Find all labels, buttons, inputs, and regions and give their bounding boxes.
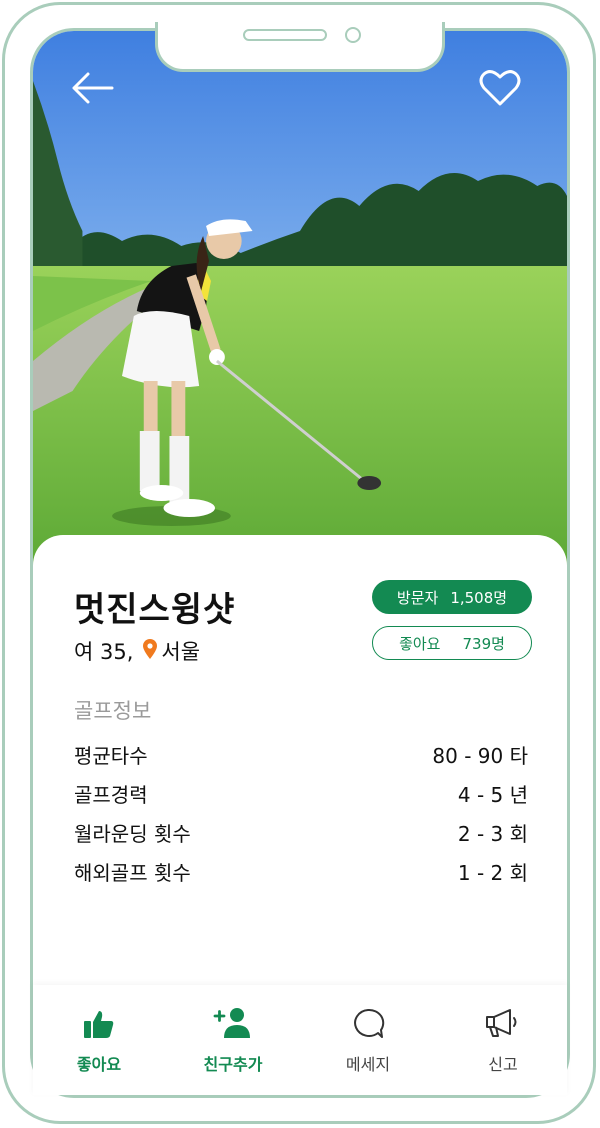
speaker-slot: [243, 29, 327, 41]
info-label: 골프경력: [74, 783, 148, 807]
info-value: 2 - 3 회: [457, 822, 528, 846]
golf-info-title: 골프정보: [74, 699, 152, 723]
message-tab[interactable]: 메세지: [308, 985, 428, 1085]
visitor-count-badge: 방문자 1,508명: [372, 580, 532, 614]
favorite-button[interactable]: [478, 68, 522, 108]
report-tab[interactable]: 신고: [443, 985, 563, 1085]
map-pin-icon: [143, 638, 158, 664]
profile-name: 멋진스윙샷: [74, 590, 236, 630]
info-value: 80 - 90 타: [432, 744, 528, 768]
like-tab[interactable]: 좋아요: [39, 985, 159, 1085]
info-label: 월라운딩 횟수: [74, 822, 191, 846]
thumbs-up-icon: [83, 999, 115, 1039]
like-tab-label: 좋아요: [76, 1055, 122, 1074]
profile-meta: 여 35, 서울: [74, 636, 200, 666]
info-value: 1 - 2 회: [457, 861, 528, 885]
report-tab-label: 신고: [488, 1055, 518, 1074]
likes-count-badge: 좋아요 739명: [372, 626, 532, 660]
bottom-tab-bar: 좋아요 친구추가 메세지 신고: [33, 985, 567, 1095]
heart-icon: [479, 70, 521, 106]
front-camera: [345, 27, 361, 43]
add-friend-tab[interactable]: 친구추가: [173, 985, 293, 1085]
message-tab-label: 메세지: [345, 1055, 391, 1074]
info-row: 해외골프 횟수 1 - 2 회: [74, 857, 528, 886]
info-value: 4 - 5 년: [457, 783, 528, 807]
info-row: 골프경력 4 - 5 년: [74, 779, 528, 808]
info-row: 월라운딩 횟수 2 - 3 회: [74, 818, 528, 847]
megaphone-icon: [484, 999, 522, 1039]
gender-age: 여 35,: [74, 640, 134, 664]
back-button[interactable]: [68, 70, 116, 106]
info-row: 평균타수 80 - 90 타: [74, 740, 528, 769]
profile-photo: [33, 31, 567, 591]
info-label: 평균타수: [74, 744, 148, 768]
arrow-left-icon: [72, 72, 114, 104]
add-friend-tab-label: 친구추가: [203, 1055, 263, 1074]
add-user-icon: [213, 999, 253, 1039]
info-label: 해외골프 횟수: [74, 861, 191, 885]
chat-bubble-icon: [351, 999, 385, 1039]
location-text: 서울: [161, 640, 201, 664]
